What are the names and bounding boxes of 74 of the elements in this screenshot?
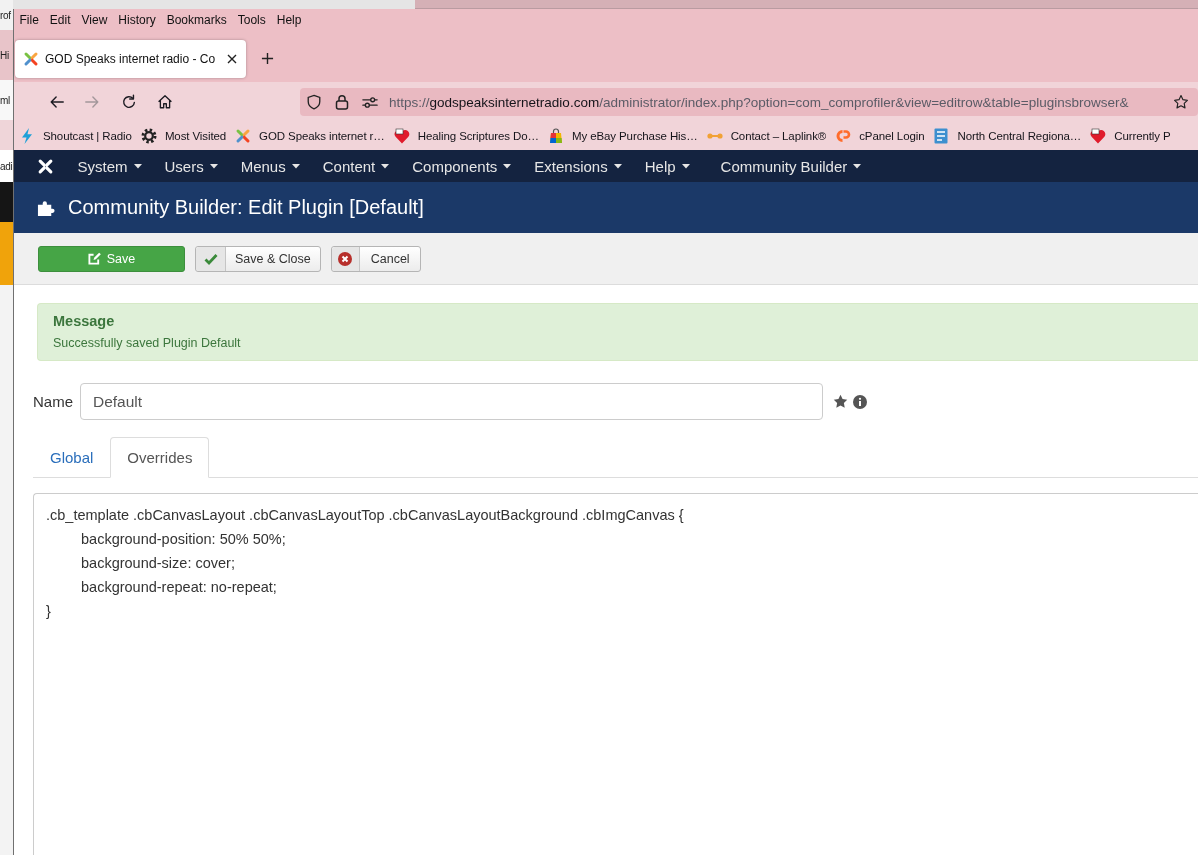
cancel-button[interactable]: Cancel [330, 245, 421, 272]
background-window-text: ml [0, 94, 10, 106]
menu-item[interactable]: Bookmarks [161, 10, 233, 30]
caret-icon [853, 163, 862, 169]
caret-icon [503, 163, 512, 169]
logo-icon [835, 128, 852, 144]
background-window-text: rof [0, 9, 11, 21]
message-heading: Message [53, 312, 115, 331]
menu-item[interactable]: Help [271, 10, 307, 30]
gear-icon [140, 128, 157, 144]
menu-item[interactable]: View [76, 10, 113, 30]
menu-item[interactable]: File [14, 10, 45, 30]
check-icon [203, 252, 218, 265]
form-tab[interactable]: Overrides [110, 437, 210, 478]
menu-item[interactable]: Content [311, 150, 401, 182]
caret-icon [209, 163, 218, 169]
menu-item[interactable]: Community Builder [709, 150, 873, 182]
message-text: Successfully saved Plugin Default [53, 335, 241, 352]
star-icon[interactable] [1173, 94, 1189, 110]
page-title: Community Builder: Edit Plugin [Default] [68, 196, 424, 219]
caret-icon [681, 163, 690, 169]
caret-icon [291, 163, 300, 169]
menu-item[interactable]: Edit [44, 10, 77, 30]
home-icon[interactable] [157, 94, 173, 110]
logo-icon[interactable] [37, 157, 54, 175]
logo-icon [23, 51, 39, 67]
menu-item[interactable]: History [112, 10, 162, 30]
bookmark-item[interactable]: My eBay Purchase His… [544, 124, 701, 148]
lock-icon[interactable] [335, 94, 349, 110]
url-text: https://godspeaksinternetradio.com/administrator/index.php?option=com_comprofiler&view=editrow&table=pluginsbrowser& [389, 94, 1129, 110]
css-code-field[interactable]: .cb_template .cbCanvasLayout .cbCanvasLayoutTop .cbCanvasLayoutBackground .cbImgCanvas { background-position: 50% 50%; background-size: cover; background-repeat: no-repeat; } [33, 493, 1198, 855]
bookmark-item[interactable]: Contact – Laplink® [703, 124, 830, 148]
name-label: Name [33, 393, 74, 410]
edit-icon [87, 252, 101, 265]
bookmark-item[interactable]: Healing Scriptures Do… [390, 124, 542, 148]
caret-icon [613, 163, 622, 169]
bookmark-item[interactable]: cPanel Login [832, 124, 928, 148]
puzzle-icon [37, 198, 56, 217]
save-close-button[interactable]: Save & Close [195, 245, 321, 272]
caret-icon [381, 163, 390, 169]
heart-icon [1090, 128, 1107, 144]
menu-item[interactable]: System [66, 150, 153, 182]
name-field[interactable]: Default [80, 383, 823, 420]
caret-icon [133, 163, 142, 169]
menu-item[interactable]: Extensions [522, 150, 634, 182]
form-tab[interactable]: Global [33, 437, 111, 478]
info-icon [853, 394, 867, 409]
bag-icon [547, 128, 564, 144]
shield-icon[interactable] [306, 94, 322, 110]
bookmark-item[interactable]: Currently P [1087, 124, 1174, 148]
reload-icon[interactable] [121, 94, 137, 110]
bolt-icon [19, 128, 35, 144]
badge-icon [933, 128, 950, 144]
bookmark-item[interactable]: North Central Regiona… [930, 124, 1085, 148]
background-window-text: Hi [0, 49, 9, 61]
bookmark-item[interactable]: Most Visited [137, 124, 230, 148]
address-bar[interactable]: https://godspeaksinternetradio.com/administrator/index.php?option=com_comprofiler&view=editrow&table=pluginsbrowser& [300, 88, 1198, 116]
menu-item[interactable]: Components [400, 150, 523, 182]
bookmark-item[interactable]: GOD Speaks internet r… [232, 124, 388, 148]
logo-icon [235, 128, 252, 144]
browser-tab[interactable]: GOD Speaks internet radio - Co [15, 40, 247, 78]
menu-item[interactable]: Users [153, 150, 230, 182]
x-circle-icon [338, 251, 353, 266]
menu-item[interactable]: Menus [229, 150, 312, 182]
plus-icon[interactable] [261, 52, 275, 65]
background-window-text: adi [0, 160, 13, 172]
close-icon[interactable] [227, 54, 238, 64]
bookmark-item[interactable]: Shoutcast | Radio [16, 124, 135, 148]
heart-icon [393, 128, 410, 144]
star-icon [833, 394, 848, 409]
back-icon[interactable] [49, 94, 65, 110]
menu-item[interactable]: Help [633, 150, 702, 182]
menu-item[interactable]: Tools [232, 10, 272, 30]
sliders-icon[interactable] [362, 95, 378, 109]
